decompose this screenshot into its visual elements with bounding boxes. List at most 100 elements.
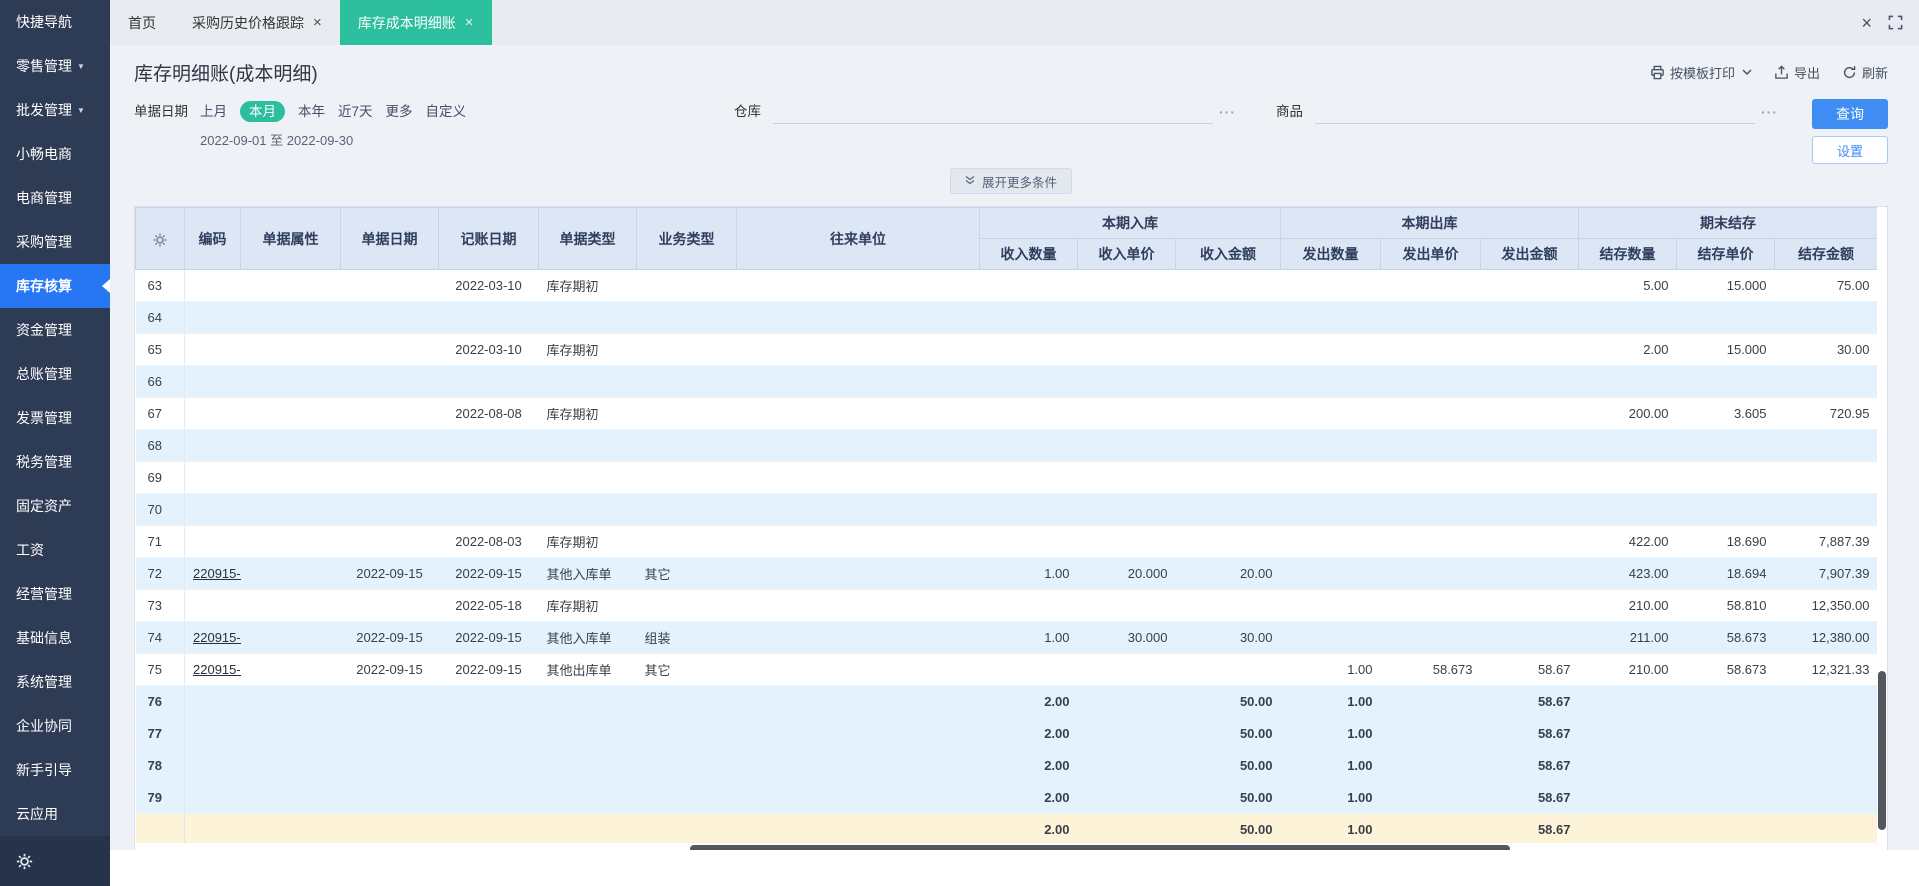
cell: 库存期初 bbox=[538, 589, 637, 622]
chevron-down-icon[interactable] bbox=[1742, 69, 1752, 75]
table-row[interactable]: 63 2022-03-10 库存期初 5.00 15.000 75.00 bbox=[135, 269, 1878, 302]
date-quick-option-4[interactable]: 近7天 bbox=[338, 104, 373, 119]
column-header[interactable]: 结存金额 bbox=[1774, 238, 1878, 270]
cell bbox=[979, 269, 1078, 302]
table-row[interactable]: 79 2.00 50.00 1.00 58.67 bbox=[135, 781, 1878, 814]
print-by-template-button[interactable]: 按模板打印 bbox=[1650, 63, 1752, 82]
cell bbox=[1578, 717, 1677, 750]
close-icon[interactable]: × bbox=[1861, 14, 1872, 32]
cell bbox=[736, 685, 980, 718]
sidebar-item-3[interactable]: 批发管理 ▼ bbox=[0, 88, 110, 132]
table-row[interactable]: 69 bbox=[135, 461, 1878, 494]
column-header[interactable]: 收入单价 bbox=[1077, 238, 1176, 270]
sidebar-item-13[interactable]: 工资 bbox=[0, 528, 110, 572]
sidebar-item-11[interactable]: 税务管理 bbox=[0, 440, 110, 484]
cell bbox=[979, 653, 1078, 686]
sidebar-item-16[interactable]: 系统管理 bbox=[0, 660, 110, 704]
cell: 2022-09-15 bbox=[438, 557, 539, 590]
warehouse-input[interactable] bbox=[773, 100, 1213, 124]
main-area: 首页 采购历史价格跟踪 × 库存成本明细账 × × 库存明细账(成本明细) 按模… bbox=[110, 0, 1919, 886]
doc-code-link[interactable]: 220915-0 bbox=[193, 630, 241, 645]
tab-2[interactable]: 采购历史价格跟踪 × bbox=[174, 0, 340, 45]
table-row[interactable]: 78 2.00 50.00 1.00 58.67 bbox=[135, 749, 1878, 782]
date-quick-option-6[interactable]: 自定义 bbox=[426, 104, 467, 119]
table-row[interactable]: 65 2022-03-10 库存期初 2.00 15.000 30.00 bbox=[135, 333, 1878, 366]
gear-icon[interactable] bbox=[16, 853, 33, 870]
column-header[interactable]: 收入金额 bbox=[1175, 238, 1281, 270]
column-header[interactable]: 收入数量 bbox=[979, 238, 1078, 270]
sidebar-item-4[interactable]: 小畅电商 bbox=[0, 132, 110, 176]
sidebar-item-15[interactable]: 基础信息 bbox=[0, 616, 110, 660]
table-row[interactable]: 70 bbox=[135, 493, 1878, 526]
column-header[interactable]: 往来单位 bbox=[736, 207, 980, 270]
table-row[interactable]: 64 bbox=[135, 301, 1878, 334]
sidebar-item-17[interactable]: 企业协同 bbox=[0, 704, 110, 748]
vertical-scrollbar-thumb[interactable] bbox=[1878, 671, 1886, 831]
product-input[interactable] bbox=[1315, 100, 1755, 124]
query-button[interactable]: 查询 bbox=[1812, 99, 1888, 129]
sidebar-item-19[interactable]: 云应用 bbox=[0, 792, 110, 836]
sidebar-item-2[interactable]: 零售管理 ▼ bbox=[0, 44, 110, 88]
column-header[interactable]: 单据属性 bbox=[240, 207, 341, 270]
column-header[interactable]: 单据类型 bbox=[538, 207, 637, 270]
table-row[interactable]: 71 2022-08-03 库存期初 422.00 18.690 7,887.39 bbox=[135, 525, 1878, 558]
column-header[interactable]: 单据日期 bbox=[340, 207, 439, 270]
doc-code-link[interactable]: 220915-0 bbox=[193, 662, 241, 677]
table-row[interactable]: 77 2.00 50.00 1.00 58.67 bbox=[135, 717, 1878, 750]
table-row[interactable]: 68 bbox=[135, 429, 1878, 462]
tab-3[interactable]: 库存成本明细账 × bbox=[339, 0, 492, 45]
sidebar-item-6[interactable]: 采购管理 bbox=[0, 220, 110, 264]
cell bbox=[1280, 365, 1381, 398]
column-header[interactable]: 发出数量 bbox=[1280, 238, 1381, 270]
column-header[interactable]: 结存单价 bbox=[1676, 238, 1775, 270]
settings-button[interactable]: 设置 bbox=[1812, 136, 1888, 164]
date-quick-option-5[interactable]: 更多 bbox=[386, 104, 413, 119]
date-quick-option-2[interactable]: 本月 bbox=[240, 101, 285, 122]
refresh-button[interactable]: 刷新 bbox=[1842, 63, 1888, 82]
cell bbox=[736, 269, 980, 302]
cell bbox=[1676, 685, 1775, 718]
table-row[interactable]: 72220915-02022-09-152022-09-15其他入库单其它1.0… bbox=[135, 557, 1878, 590]
column-header[interactable]: 发出金额 bbox=[1480, 238, 1579, 270]
table-row[interactable]: 2.00 50.00 1.00 58.67 bbox=[135, 813, 1878, 846]
tab-1[interactable]: 首页 bbox=[110, 0, 174, 45]
date-quick-option-3[interactable]: 本年 bbox=[298, 104, 325, 119]
cell bbox=[240, 493, 341, 526]
expand-more-conditions-button[interactable]: 展开更多条件 bbox=[949, 168, 1072, 194]
table-row[interactable]: 75220915-02022-09-152022-09-15其他出库单其它1.0… bbox=[135, 653, 1878, 686]
row-number: 74 bbox=[135, 621, 185, 654]
date-quick-option-1[interactable]: 上月 bbox=[200, 104, 227, 119]
sidebar-item-7[interactable]: 库存核算 bbox=[0, 264, 110, 308]
sidebar-item-1[interactable]: 快捷导航 bbox=[0, 0, 110, 44]
table-row[interactable]: 74220915-02022-09-152022-09-15其他入库单组装1.0… bbox=[135, 621, 1878, 654]
table-row[interactable]: 66 bbox=[135, 365, 1878, 398]
cell bbox=[1380, 493, 1481, 526]
sidebar-item-8[interactable]: 资金管理 bbox=[0, 308, 110, 352]
cell bbox=[1380, 557, 1481, 590]
table-row[interactable]: 73 2022-05-18 库存期初 210.00 58.810 12,350.00 bbox=[135, 589, 1878, 622]
sidebar-item-9[interactable]: 总账管理 bbox=[0, 352, 110, 396]
column-header[interactable]: 编码 bbox=[184, 207, 241, 270]
product-picker-button[interactable]: ··· bbox=[1761, 104, 1778, 120]
sidebar-item-10[interactable]: 发票管理 bbox=[0, 396, 110, 440]
cell bbox=[636, 493, 737, 526]
warehouse-picker-button[interactable]: ··· bbox=[1219, 104, 1236, 120]
sidebar-item-18[interactable]: 新手引导 bbox=[0, 748, 110, 792]
sidebar-item-12[interactable]: 固定资产 bbox=[0, 484, 110, 528]
column-header[interactable]: 发出单价 bbox=[1380, 238, 1481, 270]
table-row[interactable]: 67 2022-08-08 库存期初 200.00 3.605 720.95 bbox=[135, 397, 1878, 430]
column-header[interactable]: 业务类型 bbox=[636, 207, 737, 270]
cell: 50.00 bbox=[1175, 717, 1281, 750]
column-header[interactable]: 结存数量 bbox=[1578, 238, 1677, 270]
export-button[interactable]: 导出 bbox=[1774, 63, 1820, 82]
fullscreen-icon[interactable] bbox=[1888, 15, 1903, 30]
sidebar-item-5[interactable]: 电商管理 bbox=[0, 176, 110, 220]
column-settings-gear-icon[interactable] bbox=[135, 207, 185, 270]
table-row[interactable]: 76 2.00 50.00 1.00 58.67 bbox=[135, 685, 1878, 718]
close-icon[interactable]: × bbox=[313, 14, 322, 31]
column-header[interactable]: 记账日期 bbox=[438, 207, 539, 270]
doc-code-link[interactable]: 220915-0 bbox=[193, 566, 241, 581]
row-number bbox=[135, 813, 185, 846]
close-icon[interactable]: × bbox=[465, 14, 474, 31]
sidebar-item-14[interactable]: 经营管理 bbox=[0, 572, 110, 616]
